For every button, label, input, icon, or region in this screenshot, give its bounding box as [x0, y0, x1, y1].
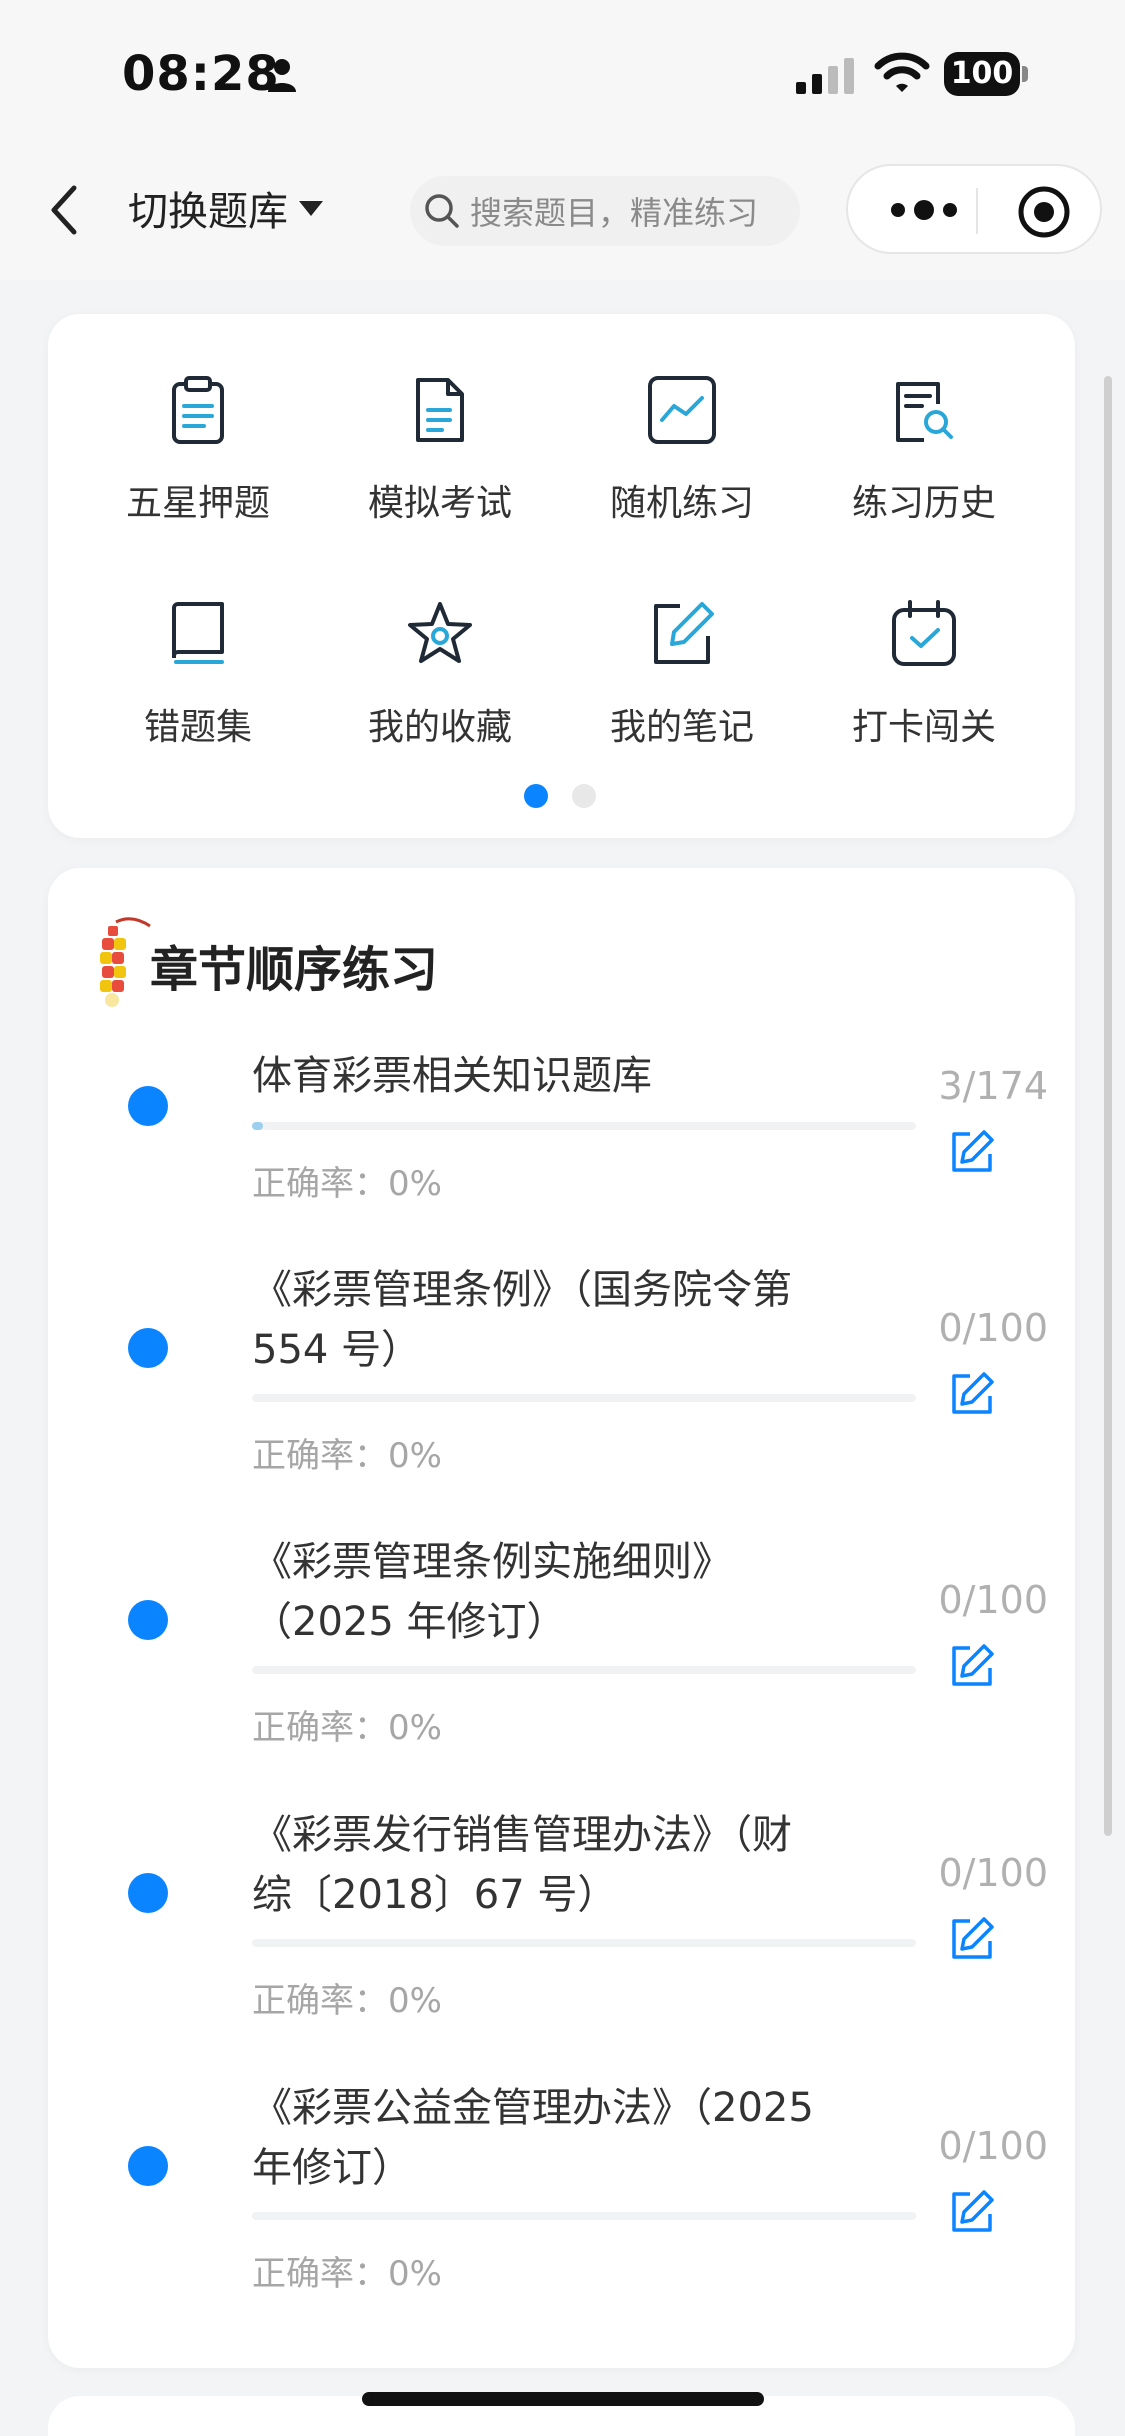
- progress-bar: [252, 1666, 916, 1674]
- chapter-title: 《彩票管理条例》（国务院令第 554 号）: [252, 1267, 792, 1373]
- progress-bar: [252, 2212, 916, 2220]
- chapter-item[interactable]: 《彩票公益金管理办法》（2025 年修订） 正确率：0% 0/100: [48, 2078, 1075, 2338]
- progress-count: 3/174: [938, 1064, 1048, 1108]
- caret-down-icon: [299, 201, 323, 216]
- grid-item-label: 我的收藏: [367, 707, 512, 748]
- close-miniprogram-icon[interactable]: [1016, 184, 1072, 240]
- accuracy-text: 正确率：0%: [252, 1708, 442, 1748]
- switch-library-button[interactable]: 切换题库: [128, 178, 324, 238]
- search-bar[interactable]: 搜索题目，精准练习: [410, 176, 800, 246]
- chapter-title: 《彩票发行销售管理办法》（财 综〔2018〕67 号）: [252, 1812, 792, 1918]
- home-indicator[interactable]: [362, 2392, 764, 2406]
- accuracy-text: 正确率：0%: [252, 1164, 442, 1204]
- back-arrow-icon[interactable]: [46, 182, 86, 238]
- scrollbar[interactable]: [1104, 376, 1112, 1836]
- progress-count: 0/100: [938, 2124, 1048, 2168]
- clipboard-icon: [172, 376, 224, 444]
- grid-item-label: 五星押题: [125, 483, 270, 524]
- nav-bar: 切换题库 搜索题目，精准练习: [0, 140, 1125, 280]
- chart-line-icon: [648, 376, 716, 444]
- grid-item-five-star[interactable]: 五星押题: [78, 374, 318, 544]
- grid-item-wrong-answers[interactable]: 错题集: [78, 598, 318, 768]
- progress-bar: [252, 1394, 916, 1402]
- status-time: 08:28: [122, 46, 280, 102]
- grid-item-notes[interactable]: 我的笔记: [562, 598, 802, 768]
- progress-bar: [252, 1122, 916, 1130]
- chapter-practice-card: 章节顺序练习 体育彩票相关知识题库 正确率：0% 3/174 《彩票管理条例》（…: [48, 868, 1075, 2368]
- grid-item-label: 我的笔记: [609, 707, 754, 748]
- chapter-item[interactable]: 《彩票管理条例实施细则》 （2025 年修订） 正确率：0% 0/100: [48, 1532, 1075, 1792]
- page-dot-active[interactable]: [524, 784, 548, 808]
- grid-item-favorites[interactable]: 我的收藏: [320, 598, 560, 768]
- battery-level: 100: [944, 52, 1020, 96]
- edit-icon[interactable]: [948, 1642, 996, 1690]
- chapter-bullet: [128, 1600, 168, 1640]
- edit-icon[interactable]: [948, 1370, 996, 1418]
- progress-bar: [252, 1939, 916, 1947]
- progress-fill: [252, 1122, 264, 1130]
- progress-count: 0/100: [938, 1306, 1048, 1350]
- accuracy-text: 正确率：0%: [252, 1981, 442, 2021]
- star-icon: [408, 602, 472, 663]
- section-title: 章节顺序练习: [150, 942, 439, 998]
- feature-grid-card: 五星押题 模拟考试 随机练习 练习历史 错题集 我的收藏 我的笔记 打卡闯关: [48, 314, 1075, 838]
- search-icon: [425, 194, 459, 228]
- grid-item-mock-exam[interactable]: 模拟考试: [320, 374, 560, 544]
- switch-library-label: 切换题库: [128, 189, 288, 235]
- page-dot[interactable]: [572, 784, 596, 808]
- progress-count: 0/100: [938, 1578, 1048, 1622]
- chapter-item[interactable]: 《彩票发行销售管理办法》（财 综〔2018〕67 号） 正确率：0% 0/100: [48, 1805, 1075, 2065]
- page-indicator: [524, 784, 604, 808]
- cellular-signal-icon: [796, 58, 854, 94]
- chapter-bullet: [128, 1873, 168, 1913]
- progress-count: 0/100: [938, 1851, 1048, 1895]
- grid-item-label: 错题集: [143, 707, 252, 748]
- calendar-check-icon: [892, 600, 956, 666]
- document-icon: [416, 378, 464, 442]
- capsule-divider: [976, 188, 978, 234]
- person-icon: [268, 59, 296, 92]
- chapter-bullet: [128, 1086, 168, 1126]
- grid-item-check-in[interactable]: 打卡闯关: [804, 598, 1044, 768]
- firecracker-icon: [100, 917, 151, 1007]
- note-edit-icon: [654, 602, 714, 664]
- chapter-bullet: [128, 2146, 168, 2186]
- grid-item-random-practice[interactable]: 随机练习: [562, 374, 802, 544]
- grid-item-label: 打卡闯关: [851, 707, 996, 748]
- chapter-title: 体育彩票相关知识题库: [252, 1053, 652, 1099]
- status-bar: 08:28 100: [0, 0, 1125, 140]
- search-placeholder: 搜索题目，精准练习: [470, 194, 759, 232]
- book-icon: [172, 602, 224, 664]
- chapter-bullet: [128, 1328, 168, 1368]
- accuracy-text: 正确率：0%: [252, 1436, 442, 1476]
- edit-icon[interactable]: [948, 2188, 996, 2236]
- chapter-title: 《彩票管理条例实施细则》 （2025 年修订）: [252, 1539, 732, 1645]
- history-search-icon: [896, 382, 953, 442]
- edit-icon[interactable]: [948, 1915, 996, 1963]
- chapter-title: 《彩票公益金管理办法》（2025 年修订）: [252, 2085, 814, 2191]
- more-icon[interactable]: [884, 188, 964, 232]
- battery-indicator: 100: [944, 52, 1028, 96]
- grid-item-label: 练习历史: [851, 483, 996, 524]
- miniprogram-capsule: [846, 164, 1102, 254]
- grid-item-history[interactable]: 练习历史: [804, 374, 1044, 544]
- chapter-item[interactable]: 《彩票管理条例》（国务院令第 554 号） 正确率：0% 0/100: [48, 1260, 1075, 1520]
- accuracy-text: 正确率：0%: [252, 2254, 442, 2294]
- grid-item-label: 模拟考试: [367, 483, 512, 524]
- edit-icon[interactable]: [948, 1128, 996, 1176]
- wifi-icon: [874, 52, 930, 92]
- grid-item-label: 随机练习: [609, 483, 754, 524]
